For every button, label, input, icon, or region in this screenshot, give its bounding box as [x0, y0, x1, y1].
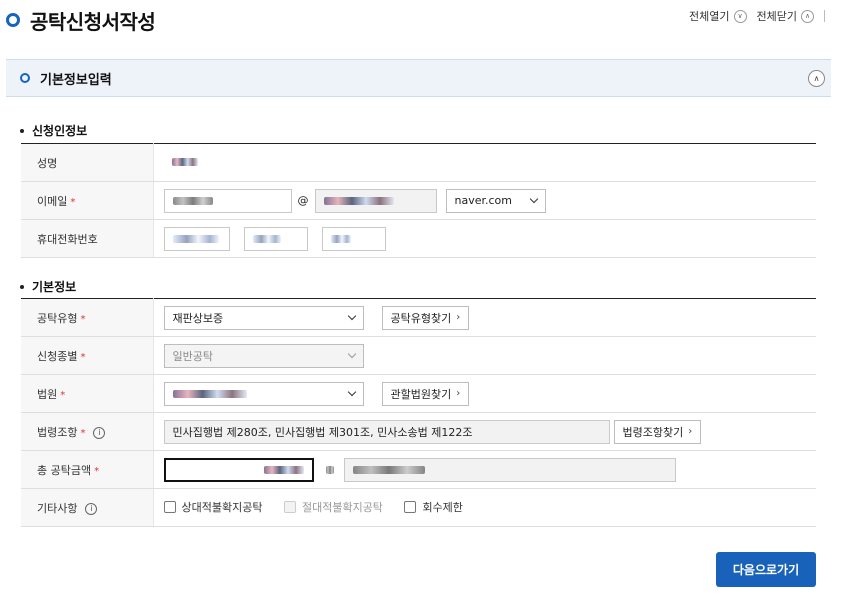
phone-part1-input[interactable]: [163, 226, 230, 251]
court-value-redacted: [172, 389, 247, 398]
amount-korean-redacted: [352, 465, 425, 474]
collapse-all-label: 전체닫기: [756, 10, 797, 23]
required-mark: *: [80, 427, 86, 439]
court-label: 법원: [37, 387, 58, 401]
email-domain-input[interactable]: [314, 188, 437, 213]
applicant-group-label: 신청인정보: [32, 124, 88, 138]
chevron-down-icon: ∨: [733, 9, 747, 23]
name-label: 성명: [21, 143, 154, 182]
collapse-all-button[interactable]: 전체닫기 ∧: [757, 8, 814, 24]
law-clause-input[interactable]: 민사집행법 제280조, 민사집행법 제301조, 민사소송법 제122조: [163, 419, 610, 444]
top-toolbar: 전체열기 ∨ 전체닫기 ∧: [679, 8, 825, 24]
chevron-down-icon: [347, 311, 356, 321]
law-row: 법령조항 * i 민사집행법 제280조, 민사집행법 제301조, 민사소송법 제…: [21, 412, 816, 451]
find-law-clause-button[interactable]: 법령조항찾기 ›: [613, 419, 702, 444]
absolute-uncertain-checkbox[interactable]: 절대적불확지공탁: [283, 499, 383, 515]
page-title-text: 공탁신청서작성: [30, 9, 156, 34]
basic-form: 공탁유형 * 재판상보증 공탁유형찾기 › 신청종별 * 일반공탁 법원 * 관…: [21, 298, 816, 527]
amount-korean-input: [343, 457, 676, 482]
applicant-group-title: 신청인정보: [20, 122, 87, 139]
name-row: 성명: [21, 143, 816, 182]
required-mark: *: [80, 351, 86, 363]
email-row: 이메일 * @ naver.com: [21, 181, 816, 220]
deposit-type-select[interactable]: 재판상보증: [163, 305, 364, 330]
phone-part2-input[interactable]: [243, 226, 308, 251]
application-kind-select[interactable]: 일반공탁: [163, 343, 364, 368]
relative-uncertain-label: 상대적불확지공탁: [181, 501, 263, 514]
court-select[interactable]: [163, 381, 364, 406]
amount-input[interactable]: [163, 457, 314, 482]
chevron-right-icon: ›: [456, 312, 461, 323]
phone-part3-redacted: [330, 234, 351, 243]
kind-row: 신청종별 * 일반공탁: [21, 336, 816, 375]
email-id-input[interactable]: [163, 188, 292, 213]
required-mark: *: [80, 313, 86, 325]
amount-row: 총 공탁금액 *: [21, 450, 816, 489]
email-domain-value: naver.com: [454, 194, 513, 207]
chevron-down-icon: [347, 387, 356, 397]
checkbox-box[interactable]: [283, 501, 296, 513]
required-mark: *: [94, 465, 100, 477]
amount-value-redacted: [263, 465, 304, 474]
find-deposit-type-button[interactable]: 공탁유형찾기 ›: [381, 305, 470, 330]
recovery-limit-label: 회수제한: [422, 501, 463, 514]
phone-part2-redacted: [252, 234, 281, 243]
phone-part3-input[interactable]: [321, 226, 386, 251]
next-button[interactable]: 다음으로가기: [716, 552, 816, 587]
court-row: 법원 * 관할법원찾기 ›: [21, 374, 816, 413]
expand-all-button[interactable]: 전체열기 ∨: [689, 8, 747, 24]
toolbar-divider: [824, 10, 825, 22]
other-row: 기타사항 i 상대적불확지공탁 절대적불확지공탁 회수제한: [21, 488, 816, 527]
recovery-limit-checkbox[interactable]: 회수제한: [404, 499, 463, 515]
kind-label: 신청종별: [37, 349, 78, 363]
page-title: 공탁신청서작성: [6, 6, 156, 34]
applicant-form: 성명 이메일 * @ naver.com 휴대전화번호: [21, 143, 816, 258]
absolute-uncertain-label: 절대적불확지공탁: [301, 501, 383, 514]
required-mark: *: [60, 389, 66, 401]
other-label: 기타사항: [37, 501, 78, 515]
section-collapse-button[interactable]: ∧: [808, 70, 825, 87]
email-domain-select[interactable]: naver.com: [445, 188, 546, 213]
bullet-icon: [20, 284, 24, 289]
ring-icon: [6, 13, 20, 27]
info-icon[interactable]: i: [85, 502, 98, 515]
section-title: 기본정보입력: [40, 72, 112, 88]
type-row: 공탁유형 * 재판상보증 공탁유형찾기 ›: [21, 298, 816, 337]
find-court-button[interactable]: 관할법원찾기 ›: [381, 381, 470, 406]
relative-uncertain-checkbox[interactable]: 상대적불확지공탁: [163, 499, 263, 515]
phone-row: 휴대전화번호: [21, 219, 816, 258]
checkbox-box[interactable]: [163, 501, 176, 513]
law-label: 법령조항: [37, 425, 78, 439]
amount-label: 총 공탁금액: [37, 463, 92, 477]
find-court-label: 관할법원찾기: [390, 387, 452, 401]
basic-group-label: 기본정보: [32, 280, 77, 294]
bullet-icon: [20, 128, 24, 133]
checkbox-box[interactable]: [404, 501, 417, 513]
amount-mark-redacted: [325, 465, 334, 474]
ring-icon: [20, 73, 30, 83]
chevron-up-icon: ∧: [801, 9, 814, 23]
chevron-down-icon: [529, 194, 538, 204]
basic-group-title: 기본정보: [20, 278, 76, 295]
law-clause-value: 민사집행법 제280조, 민사집행법 제301조, 민사소송법 제122조: [172, 425, 473, 439]
email-id-redacted: [172, 196, 213, 205]
email-domain-redacted: [323, 196, 394, 205]
section-header: 기본정보입력 ∧: [6, 59, 831, 97]
info-icon[interactable]: i: [93, 426, 106, 439]
deposit-type-value: 재판상보증: [172, 311, 224, 325]
phone-label: 휴대전화번호: [21, 219, 154, 258]
expand-all-label: 전체열기: [689, 10, 730, 23]
name-value-redacted: [171, 158, 198, 166]
find-deposit-type-label: 공탁유형찾기: [390, 311, 452, 325]
email-at-sign: @: [297, 194, 309, 207]
phone-part1-redacted: [172, 234, 219, 243]
chevron-right-icon: ›: [456, 388, 461, 399]
chevron-down-icon: [347, 349, 356, 359]
find-law-clause-label: 법령조항찾기: [622, 425, 684, 439]
email-label: 이메일: [37, 194, 68, 208]
type-label: 공탁유형: [37, 311, 78, 325]
chevron-right-icon: ›: [688, 426, 693, 437]
required-mark: *: [70, 196, 76, 208]
application-kind-value: 일반공탁: [172, 349, 213, 363]
